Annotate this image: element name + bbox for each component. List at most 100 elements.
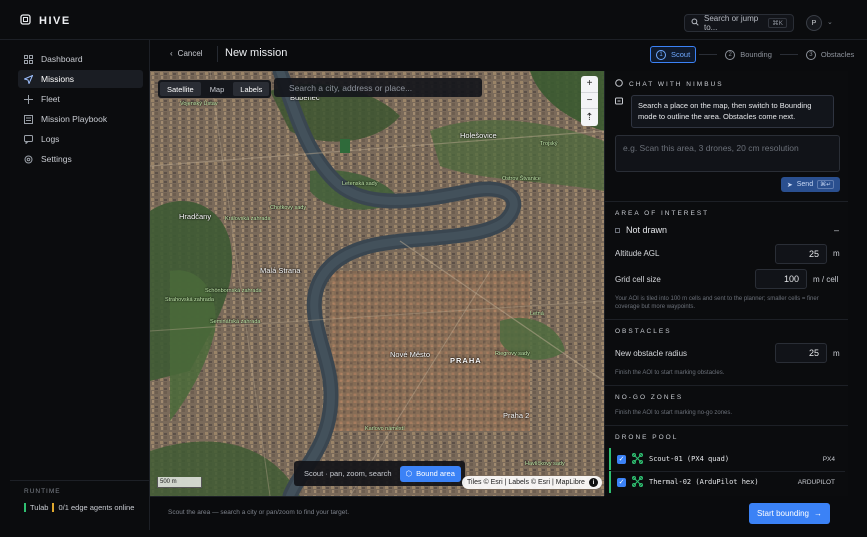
aoi-status-text: Not drawn	[626, 225, 668, 235]
map-search-input[interactable]: Search a city, address or place...	[274, 78, 482, 97]
map-label-chotkovy: Chotkovy sady	[270, 205, 307, 211]
footer-hint: Scout the area — search a city or pan/zo…	[168, 509, 350, 516]
search-shortcut: ⌘K	[768, 18, 787, 28]
obstacles-section-title: OBSTACLES	[615, 328, 672, 335]
divider	[605, 385, 848, 386]
chat-bubble-icon	[615, 79, 623, 89]
sidebar-item-label: Fleet	[41, 94, 60, 104]
zoom-in-button[interactable]: +	[581, 76, 598, 93]
sidebar-divider	[10, 480, 150, 481]
divider	[150, 496, 604, 497]
top-bar: HIVE Search or jump to... ⌘K P ⌄	[0, 0, 867, 40]
bound-area-button[interactable]: ⬡ Bound area	[399, 465, 461, 482]
aoi-section-title: AREA OF INTEREST	[615, 210, 710, 217]
sidebar: Dashboard Missions Fleet Mission Playboo…	[10, 40, 150, 530]
grid-cell-input[interactable]: 100	[755, 269, 807, 289]
runtime-agents: 0/1 edge agents online	[58, 503, 135, 512]
page-title: New mission	[225, 47, 288, 59]
sidebar-item-settings[interactable]: Settings	[18, 150, 143, 168]
map-mode-hint: Scout · pan, zoom, search	[304, 469, 392, 478]
global-search-label: Search or jump to...	[704, 14, 759, 32]
tab-labels[interactable]: Labels	[233, 82, 270, 96]
sidebar-item-missions[interactable]: Missions	[18, 70, 143, 88]
chat-title: CHAT WITH NIMBUS	[629, 80, 724, 88]
sidebar-item-mission-playbook[interactable]: Mission Playbook	[18, 110, 143, 128]
compass-button[interactable]: ⇡	[581, 109, 598, 126]
start-bounding-label: Start bounding	[756, 509, 810, 518]
grid-cell-hint: Your AOI is tiled into 100 m cells and s…	[615, 296, 819, 310]
grid-cell-label: Grid cell size	[615, 275, 661, 284]
mission-panel: CHAT WITH NIMBUS Search a place on the m…	[604, 71, 848, 496]
step-obstacles[interactable]: 3 Obstacles	[801, 46, 859, 63]
step-scout[interactable]: 1 Scout	[650, 46, 697, 63]
gear-icon	[24, 155, 33, 164]
stepper: 1 Scout 2 Bounding 3 Obstacles	[650, 46, 859, 63]
map-label-holesovice: Holešovice	[460, 131, 497, 140]
send-label: Send	[796, 181, 814, 188]
drone-icon	[24, 94, 33, 104]
user-avatar[interactable]: P	[806, 15, 822, 31]
step-connector	[779, 54, 798, 55]
cancel-label: Cancel	[177, 49, 203, 58]
altitude-input[interactable]: 25	[775, 244, 827, 264]
send-icon: ➤	[786, 181, 793, 189]
map-label-praha-2: Praha 2	[503, 411, 530, 420]
chat-icon	[24, 134, 33, 145]
map-label-letna: Letná	[530, 311, 544, 317]
global-search-button[interactable]: Search or jump to... ⌘K	[684, 14, 794, 32]
obstacle-radius-input[interactable]: 25	[775, 343, 827, 363]
drone-row-scout-01[interactable]: ✓ Scout-01 (PX4 quad) PX4	[609, 448, 845, 470]
drone-checkbox[interactable]: ✓	[617, 454, 626, 464]
send-button[interactable]: ➤ Send ⌘↵	[781, 177, 840, 192]
polygon-icon: ⬡	[405, 469, 413, 478]
map-label-riegrovy: Riegrovy sady	[495, 351, 530, 357]
divider	[605, 319, 848, 320]
send-shortcut: ⌘↵	[817, 180, 835, 189]
start-bounding-button[interactable]: Start bounding →	[749, 503, 830, 524]
zoom-controls: + − ⇡	[581, 76, 598, 126]
sidebar-item-label: Logs	[41, 134, 60, 144]
altitude-label: Altitude AGL	[615, 249, 660, 258]
chevron-left-icon: ‹	[170, 49, 173, 58]
chat-section-title: CHAT WITH NIMBUS	[615, 79, 724, 89]
zoom-out-button[interactable]: −	[581, 93, 598, 110]
satellite-map[interactable]: Bubeneč Holešovice Hradčany Malá Strana …	[150, 71, 604, 496]
cancel-button[interactable]: ‹ Cancel	[170, 49, 203, 58]
chat-input[interactable]: e.g. Scan this area, 3 drones, 20 cm res…	[615, 135, 840, 172]
divider	[605, 201, 848, 202]
chat-message: Search a place on the map, then switch t…	[631, 95, 834, 128]
chevron-down-icon[interactable]: ⌄	[827, 18, 833, 26]
sidebar-item-label: Dashboard	[41, 54, 83, 64]
brand-name: HIVE	[39, 14, 71, 27]
map-label-praha: PRAHA	[450, 356, 482, 365]
aoi-dash: –	[834, 225, 840, 235]
playbook-icon	[24, 114, 33, 124]
obstacles-hint: Finish the AOI to start marking obstacle…	[615, 370, 725, 376]
drone-tag: ARDUPILOT	[797, 478, 835, 486]
sidebar-item-dashboard[interactable]: Dashboard	[18, 50, 143, 68]
attribution-text: Tiles © Esri | Labels © Esri | MapLibre	[467, 479, 585, 486]
sidebar-item-logs[interactable]: Logs	[18, 130, 143, 148]
step-bounding[interactable]: 2 Bounding	[720, 46, 777, 63]
tab-satellite[interactable]: Satellite	[160, 82, 201, 96]
altitude-unit: m	[833, 249, 840, 258]
drone-name: Scout-01 (PX4 quad)	[649, 455, 730, 463]
map-scale: 500 m	[157, 477, 202, 488]
info-icon[interactable]: i	[588, 478, 598, 487]
map-label-mala-strana: Malá Strana	[260, 266, 301, 275]
obstacle-radius-unit: m	[833, 349, 840, 358]
tab-map[interactable]: Map	[203, 82, 232, 96]
map-label-karlovo: Karlovo náměstí	[365, 426, 405, 432]
step-number: 2	[725, 49, 736, 60]
sidebar-item-label: Missions	[41, 74, 75, 84]
send-icon	[23, 74, 34, 85]
step-label: Obstacles	[820, 50, 855, 59]
drone-checkbox[interactable]: ✓	[617, 477, 626, 487]
arrow-right-icon: →	[814, 509, 823, 518]
map-style-toggle: Satellite Map Labels	[158, 80, 272, 98]
bot-icon	[615, 97, 623, 107]
sidebar-item-fleet[interactable]: Fleet	[18, 90, 143, 108]
grid-icon	[24, 54, 33, 64]
drone-row-thermal-02[interactable]: ✓ Thermal-02 (ArduPilot hex) ARDUPILOT	[609, 471, 845, 493]
brand[interactable]: HIVE	[20, 14, 71, 27]
